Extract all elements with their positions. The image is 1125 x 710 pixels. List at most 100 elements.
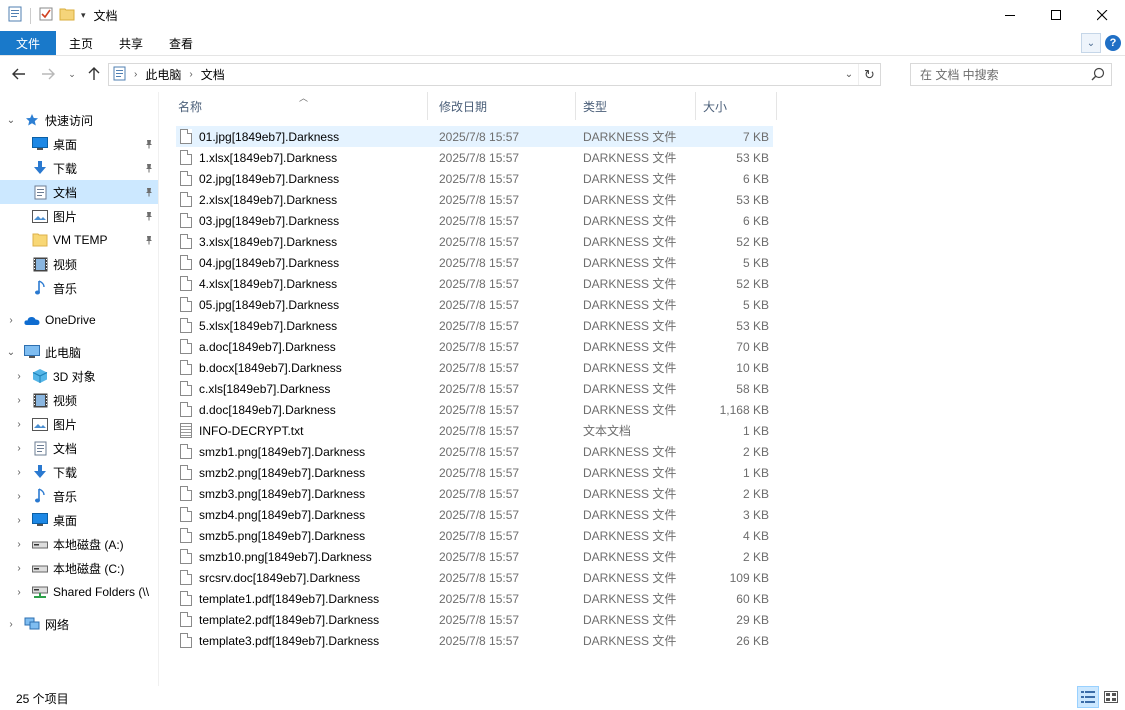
- file-row[interactable]: smzb10.png[1849eb7].Darkness 2025/7/8 15:…: [176, 546, 773, 567]
- column-header-name[interactable]: 名称: [170, 92, 428, 120]
- tab-home[interactable]: 主页: [56, 31, 106, 55]
- file-row[interactable]: 02.jpg[1849eb7].Darkness 2025/7/8 15:57 DA…: [176, 168, 773, 189]
- nav-quick-access[interactable]: ⌄ 快速访问: [0, 108, 158, 132]
- help-icon[interactable]: ?: [1105, 35, 1121, 51]
- nav-quick-item-3[interactable]: 图片: [0, 204, 158, 228]
- details-view-button[interactable]: [1077, 686, 1099, 708]
- crumb-chevron-icon[interactable]: ›: [134, 69, 137, 80]
- file-row[interactable]: b.docx[1849eb7].Darkness 2025/7/8 15:57 DA…: [176, 357, 773, 378]
- file-icon: [180, 360, 192, 375]
- column-header-date[interactable]: 修改日期: [431, 92, 576, 120]
- expand-chevron-icon[interactable]: ›: [12, 587, 26, 598]
- nav-onedrive[interactable]: › OneDrive: [0, 308, 158, 332]
- app-documents-icon[interactable]: [8, 6, 22, 25]
- expand-chevron-icon[interactable]: ›: [12, 563, 26, 574]
- search-icon[interactable]: [1091, 67, 1105, 84]
- file-row[interactable]: c.xls[1849eb7].Darkness 2025/7/8 15:57 DAR…: [176, 378, 773, 399]
- nav-pc-item-1[interactable]: › 视频: [0, 388, 158, 412]
- tab-share[interactable]: 共享: [106, 31, 156, 55]
- tab-file[interactable]: 文件: [0, 31, 56, 55]
- nav-pc-item-4[interactable]: › 下载: [0, 460, 158, 484]
- nav-pc-item-2[interactable]: › 图片: [0, 412, 158, 436]
- file-row[interactable]: smzb5.png[1849eb7].Darkness 2025/7/8 15:5…: [176, 525, 773, 546]
- file-name: smzb1.png[1849eb7].Darkness: [199, 444, 366, 459]
- forward-button[interactable]: [37, 63, 59, 85]
- expand-chevron-icon[interactable]: ›: [4, 619, 18, 630]
- nav-quick-item-5[interactable]: 视频: [0, 252, 158, 276]
- file-row[interactable]: 04.jpg[1849eb7].Darkness 2025/7/8 15:57 DA…: [176, 252, 773, 273]
- file-date: 2025/7/8 15:57: [439, 591, 520, 606]
- file-date: 2025/7/8 15:57: [439, 381, 520, 396]
- expand-chevron-icon[interactable]: ›: [12, 491, 26, 502]
- file-icon: [180, 465, 192, 480]
- crumb-chevron-icon[interactable]: ›: [189, 69, 192, 80]
- expand-chevron-icon[interactable]: ›: [12, 395, 26, 406]
- file-row[interactable]: template1.pdf[1849eb7].Darkness 2025/7/8 …: [176, 588, 773, 609]
- file-row[interactable]: template3.pdf[1849eb7].Darkness 2025/7/8 …: [176, 630, 773, 651]
- file-row[interactable]: 1.xlsx[1849eb7].Darkness 2025/7/8 15:57 DA…: [176, 147, 773, 168]
- nav-pc-item-9[interactable]: › Shared Folders (\\: [0, 580, 158, 604]
- tab-view[interactable]: 查看: [156, 31, 206, 55]
- collapse-chevron-icon[interactable]: ⌄: [4, 115, 18, 126]
- nav-pc-item-7[interactable]: › 本地磁盘 (A:): [0, 532, 158, 556]
- file-row[interactable]: 5.xlsx[1849eb7].Darkness 2025/7/8 15:57 DA…: [176, 315, 773, 336]
- file-row[interactable]: d.doc[1849eb7].Darkness 2025/7/8 15:57 DAR…: [176, 399, 773, 420]
- nav-quick-item-1[interactable]: 下载: [0, 156, 158, 180]
- nav-pc-item-0[interactable]: › 3D 对象: [0, 364, 158, 388]
- column-header-type[interactable]: 类型: [575, 92, 696, 120]
- file-name: template3.pdf[1849eb7].Darkness: [199, 633, 380, 648]
- expand-chevron-icon[interactable]: ›: [12, 371, 26, 382]
- collapse-chevron-icon[interactable]: ⌄: [4, 347, 18, 358]
- nav-network[interactable]: › 网络: [0, 612, 158, 636]
- nav-quick-item-6[interactable]: 音乐: [0, 276, 158, 300]
- file-row[interactable]: smzb4.png[1849eb7].Darkness 2025/7/8 15:5…: [176, 504, 773, 525]
- file-size: 53 KB: [736, 150, 769, 165]
- nav-pc-item-8[interactable]: › 本地磁盘 (C:): [0, 556, 158, 580]
- properties-icon[interactable]: [39, 7, 53, 24]
- customize-qat-icon[interactable]: ▾: [81, 10, 86, 21]
- file-row[interactable]: template2.pdf[1849eb7].Darkness 2025/7/8 …: [176, 609, 773, 630]
- file-row[interactable]: 03.jpg[1849eb7].Darkness 2025/7/8 15:57 DA…: [176, 210, 773, 231]
- file-row[interactable]: smzb3.png[1849eb7].Darkness 2025/7/8 15:5…: [176, 483, 773, 504]
- recent-locations-button[interactable]: ⌄: [65, 63, 79, 85]
- crumb-documents[interactable]: 文档: [201, 66, 225, 83]
- file-row[interactable]: 2.xlsx[1849eb7].Darkness 2025/7/8 15:57 DA…: [176, 189, 773, 210]
- new-folder-icon[interactable]: [59, 7, 75, 24]
- crumb-this-pc[interactable]: 此电脑: [145, 66, 181, 83]
- expand-chevron-icon[interactable]: ›: [12, 515, 26, 526]
- expand-chevron-icon[interactable]: ›: [12, 419, 26, 430]
- column-header-size[interactable]: 大小: [695, 92, 777, 120]
- minimize-button[interactable]: [987, 0, 1033, 31]
- nav-quick-item-4[interactable]: VM TEMP: [0, 228, 158, 252]
- close-button[interactable]: [1079, 0, 1125, 31]
- large-icons-view-button[interactable]: [1100, 686, 1122, 708]
- refresh-button[interactable]: ↻: [858, 64, 880, 85]
- nav-quick-item-2[interactable]: 文档: [0, 180, 158, 204]
- file-row[interactable]: INFO-DECRYPT.txt 2025/7/8 15:57 文本文档 1 KB: [176, 420, 773, 441]
- file-row[interactable]: 3.xlsx[1849eb7].Darkness 2025/7/8 15:57 DA…: [176, 231, 773, 252]
- file-row[interactable]: srcsrv.doc[1849eb7].Darkness 2025/7/8 15:…: [176, 567, 773, 588]
- address-bar[interactable]: › 此电脑 › 文档 ⌄ ↻: [108, 63, 881, 86]
- expand-chevron-icon[interactable]: ›: [12, 443, 26, 454]
- back-button[interactable]: [8, 63, 30, 85]
- expand-chevron-icon[interactable]: ›: [12, 539, 26, 550]
- file-row[interactable]: 01.jpg[1849eb7].Darkness 2025/7/8 15:57 DA…: [176, 126, 773, 147]
- expand-chevron-icon[interactable]: ›: [12, 467, 26, 478]
- up-button[interactable]: [83, 63, 105, 85]
- file-row[interactable]: 05.jpg[1849eb7].Darkness 2025/7/8 15:57 DA…: [176, 294, 773, 315]
- maximize-button[interactable]: [1033, 0, 1079, 31]
- expand-chevron-icon[interactable]: ›: [4, 315, 18, 326]
- file-row[interactable]: 4.xlsx[1849eb7].Darkness 2025/7/8 15:57 DA…: [176, 273, 773, 294]
- nav-pc-item-3[interactable]: › 文档: [0, 436, 158, 460]
- search-box[interactable]: 在 文档 中搜索: [910, 63, 1112, 86]
- file-row[interactable]: a.doc[1849eb7].Darkness 2025/7/8 15:57 DAR…: [176, 336, 773, 357]
- nav-this-pc[interactable]: ⌄ 此电脑: [0, 340, 158, 364]
- address-history-dropdown[interactable]: ⌄: [840, 64, 858, 85]
- nav-quick-item-0[interactable]: 桌面: [0, 132, 158, 156]
- file-row[interactable]: smzb1.png[1849eb7].Darkness 2025/7/8 15:5…: [176, 441, 773, 462]
- nav-pc-item-5[interactable]: › 音乐: [0, 484, 158, 508]
- search-input[interactable]: 在 文档 中搜索: [920, 66, 999, 83]
- file-row[interactable]: smzb2.png[1849eb7].Darkness 2025/7/8 15:5…: [176, 462, 773, 483]
- expand-ribbon-button[interactable]: ⌄: [1081, 33, 1101, 53]
- nav-pc-item-6[interactable]: › 桌面: [0, 508, 158, 532]
